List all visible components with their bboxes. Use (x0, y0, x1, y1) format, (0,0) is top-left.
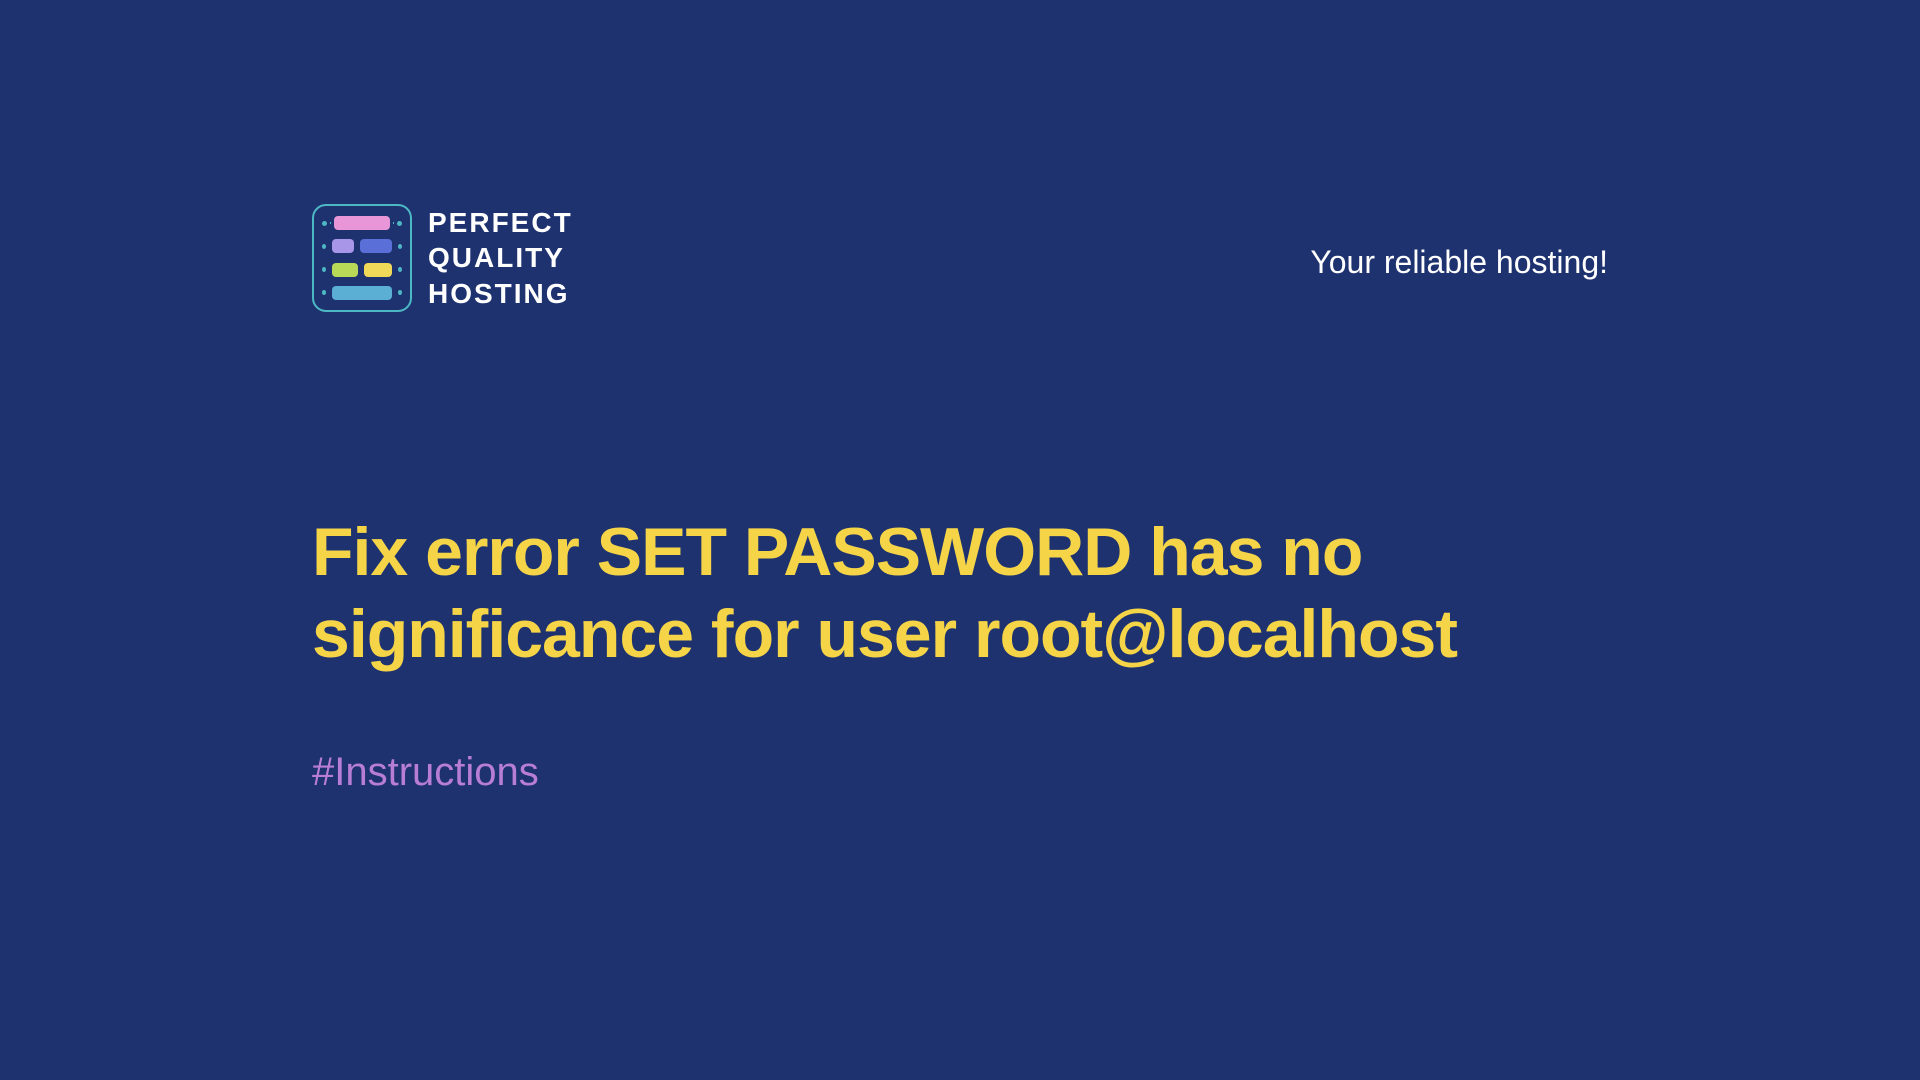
hashtag: #Instructions (312, 750, 1608, 795)
banner-container: PERFECT QUALITY HOSTING Your reliable ho… (232, 132, 1688, 948)
logo-line-2: QUALITY (428, 241, 573, 275)
content: Fix error SET PASSWORD has no significan… (312, 512, 1608, 795)
logo-line-3: HOSTING (428, 277, 573, 311)
tagline: Your reliable hosting! (1310, 244, 1608, 281)
logo-line-1: PERFECT (428, 206, 573, 240)
headline: Fix error SET PASSWORD has no significan… (312, 512, 1608, 675)
logo-icon (312, 204, 412, 312)
header: PERFECT QUALITY HOSTING Your reliable ho… (312, 204, 1608, 312)
logo-group: PERFECT QUALITY HOSTING (312, 204, 573, 312)
logo-text: PERFECT QUALITY HOSTING (428, 206, 573, 311)
